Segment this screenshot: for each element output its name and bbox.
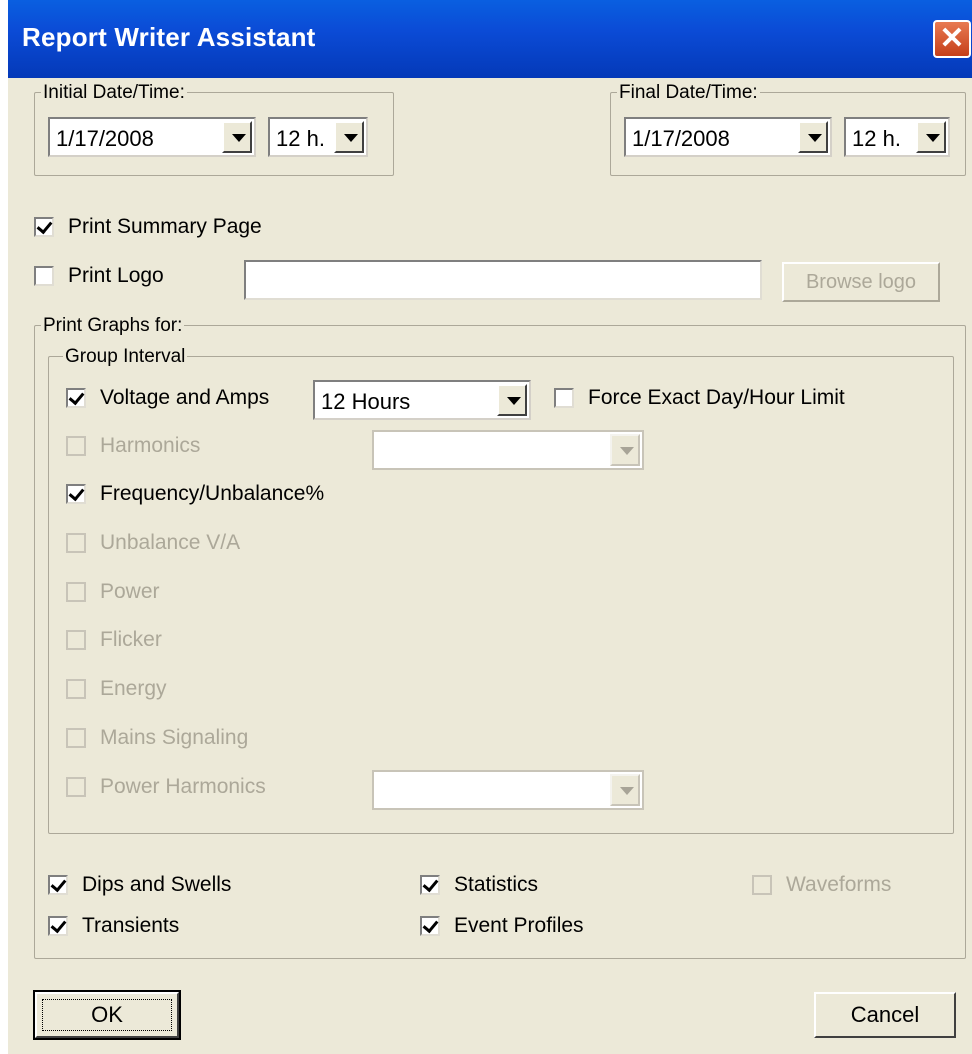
chevron-down-icon[interactable] xyxy=(497,384,527,416)
harmonics-checkbox[interactable]: Harmonics xyxy=(66,434,200,458)
checkbox-box[interactable] xyxy=(66,777,86,797)
power-label: Power xyxy=(100,580,160,603)
event-profiles-checkbox[interactable]: Event Profiles xyxy=(420,914,584,938)
browse-logo-button[interactable]: Browse logo xyxy=(782,262,940,302)
checkbox-box[interactable] xyxy=(66,630,86,650)
focus-rect xyxy=(42,999,172,1031)
chevron-down-icon[interactable] xyxy=(610,774,640,806)
waveforms-checkbox[interactable]: Waveforms xyxy=(752,873,891,897)
power-harmonics-checkbox[interactable]: Power Harmonics xyxy=(66,775,266,799)
initial-date-value: 1/17/2008 xyxy=(56,126,154,151)
mains-signaling-label: Mains Signaling xyxy=(100,726,249,749)
report-writer-dialog: Report Writer Assistant ✕ Initial Date/T… xyxy=(8,0,972,1054)
initial-date-select[interactable]: 1/17/2008 xyxy=(48,117,256,157)
unbalance-va-label: Unbalance V/A xyxy=(100,531,241,554)
initial-datetime-legend: Initial Date/Time: xyxy=(41,82,187,104)
print-summary-label: Print Summary Page xyxy=(68,215,262,238)
final-date-value: 1/17/2008 xyxy=(632,126,730,151)
checkbox-box[interactable] xyxy=(66,533,86,553)
cancel-button[interactable]: Cancel xyxy=(814,992,956,1038)
checkbox-box[interactable] xyxy=(48,916,68,936)
frequency-unbalance-label: Frequency/Unbalance% xyxy=(100,482,325,505)
final-date-select[interactable]: 1/17/2008 xyxy=(624,117,832,157)
checkbox-box[interactable] xyxy=(66,728,86,748)
unbalance-va-checkbox[interactable]: Unbalance V/A xyxy=(66,531,240,555)
chevron-down-icon[interactable] xyxy=(222,121,252,153)
harmonics-label: Harmonics xyxy=(100,434,201,457)
flicker-checkbox[interactable]: Flicker xyxy=(66,628,162,652)
print-summary-checkbox[interactable]: Print Summary Page xyxy=(34,215,262,239)
checkbox-box[interactable] xyxy=(66,484,86,504)
checkbox-box[interactable] xyxy=(66,436,86,456)
chevron-down-icon[interactable] xyxy=(798,121,828,153)
logo-path-input[interactable] xyxy=(244,260,762,300)
power-harmonics-select[interactable] xyxy=(372,770,644,810)
checkbox-box[interactable] xyxy=(34,266,54,286)
power-checkbox[interactable]: Power xyxy=(66,580,160,604)
event-profiles-label: Event Profiles xyxy=(454,914,584,937)
energy-label: Energy xyxy=(100,677,167,700)
power-harmonics-label: Power Harmonics xyxy=(100,775,266,798)
checkbox-box[interactable] xyxy=(420,916,440,936)
window-title: Report Writer Assistant xyxy=(22,22,316,52)
checkbox-box[interactable] xyxy=(66,582,86,602)
chevron-down-icon[interactable] xyxy=(610,434,640,466)
initial-hour-value: 12 h. xyxy=(276,126,325,151)
force-exact-checkbox[interactable]: Force Exact Day/Hour Limit xyxy=(554,386,845,410)
chevron-down-icon[interactable] xyxy=(916,121,946,153)
checkbox-box[interactable] xyxy=(420,875,440,895)
checkbox-box[interactable] xyxy=(48,875,68,895)
transients-checkbox[interactable]: Transients xyxy=(48,914,179,938)
checkbox-box[interactable] xyxy=(752,875,772,895)
waveforms-label: Waveforms xyxy=(786,873,892,896)
group-interval-legend: Group Interval xyxy=(63,346,188,368)
energy-checkbox[interactable]: Energy xyxy=(66,677,167,701)
force-exact-label: Force Exact Day/Hour Limit xyxy=(588,386,845,409)
chevron-down-icon[interactable] xyxy=(334,121,364,153)
initial-hour-select[interactable]: 12 h. xyxy=(268,117,368,157)
checkbox-box[interactable] xyxy=(34,217,54,237)
checkbox-box[interactable] xyxy=(554,388,574,408)
checkbox-box[interactable] xyxy=(66,388,86,408)
dips-swells-label: Dips and Swells xyxy=(82,873,232,896)
voltage-amps-checkbox[interactable]: Voltage and Amps xyxy=(66,386,269,410)
print-graphs-legend: Print Graphs for: xyxy=(41,315,185,337)
final-datetime-legend: Final Date/Time: xyxy=(617,82,760,104)
statistics-label: Statistics xyxy=(454,873,539,896)
ok-button[interactable]: OK xyxy=(33,990,181,1040)
harmonics-select[interactable] xyxy=(372,430,644,470)
flicker-label: Flicker xyxy=(100,628,162,651)
dips-swells-checkbox[interactable]: Dips and Swells xyxy=(48,873,231,897)
group-interval-group: Group Interval xyxy=(48,346,954,834)
mains-signaling-checkbox[interactable]: Mains Signaling xyxy=(66,726,248,750)
final-hour-value: 12 h. xyxy=(852,126,901,151)
print-logo-label: Print Logo xyxy=(68,264,164,287)
transients-label: Transients xyxy=(82,914,180,937)
close-icon[interactable]: ✕ xyxy=(933,20,971,58)
interval-value: 12 Hours xyxy=(321,389,411,414)
voltage-amps-label: Voltage and Amps xyxy=(100,386,270,409)
title-bar[interactable]: Report Writer Assistant ✕ xyxy=(8,0,972,78)
print-logo-checkbox[interactable]: Print Logo xyxy=(34,264,164,288)
statistics-checkbox[interactable]: Statistics xyxy=(420,873,538,897)
checkbox-box[interactable] xyxy=(66,679,86,699)
final-hour-select[interactable]: 12 h. xyxy=(844,117,950,157)
frequency-unbalance-checkbox[interactable]: Frequency/Unbalance% xyxy=(66,482,324,506)
interval-select[interactable]: 12 Hours xyxy=(313,380,531,420)
